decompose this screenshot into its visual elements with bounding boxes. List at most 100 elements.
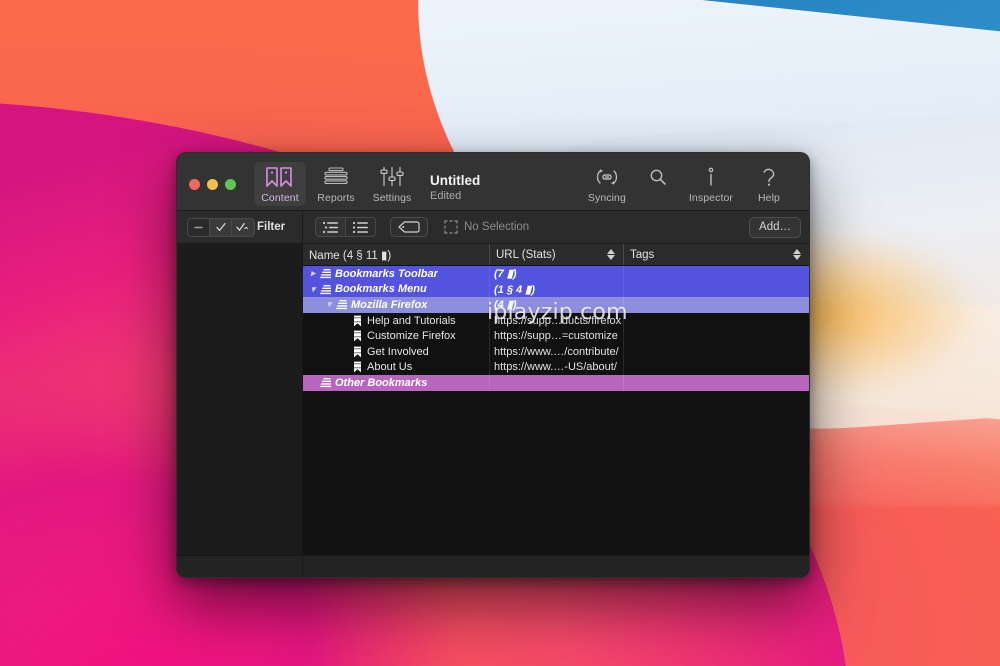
column-header-url-label: URL (Stats) [496,248,556,261]
table-row[interactable]: Get Involved https://www.…/contribute/ [303,343,809,360]
left-sidebar-footer [177,555,302,577]
flat-list-icon [352,221,368,233]
toolbar-item-reports-label: Reports [317,192,355,204]
row-name-cell[interactable]: ▸ Bookmarks Toolbar [303,266,489,282]
list-bars-icon [322,164,350,190]
row-url-cell[interactable]: https://supp…ducts/firefox [489,312,623,329]
row-tags-cell[interactable] [623,343,809,360]
row-url-label: https://www.…-US/about/ [494,361,617,374]
tag-button[interactable] [390,217,428,237]
row-url-cell[interactable]: (4 ▮) [489,297,623,313]
toolbar-item-syncing[interactable]: Syncing [581,162,633,206]
row-tags-cell[interactable] [623,297,809,313]
row-name-cell[interactable]: About Us [303,360,489,376]
table-row[interactable]: About Us https://www.…-US/about/ [303,359,809,376]
chevron-right-icon[interactable]: ▸ [307,268,319,279]
folder-stack-icon [319,377,332,388]
folder-stack-icon [335,299,348,310]
outline-view-button[interactable] [315,217,346,237]
toolbar-item-content[interactable]: Content [254,162,306,206]
filter-segmented-control[interactable] [187,217,255,237]
toolbar-item-search[interactable] [637,162,679,206]
table-row[interactable]: Customize Firefox https://supp…=customize [303,328,809,344]
row-url-cell[interactable] [489,375,623,391]
document-title: Untitled [430,173,481,189]
info-icon [703,164,719,190]
row-name-label: Get Involved [367,345,429,358]
table-row[interactable]: Help and Tutorials https://supp…ducts/fir… [303,312,809,329]
minimize-button[interactable] [207,179,218,190]
left-sidebar-content [177,244,302,555]
row-name-label: About Us [367,361,413,374]
bookmark-tree[interactable]: ▸ Bookmarks Toolbar (7 ▮) ▾ Bookmarks Menu… [303,266,809,555]
selection-status-block: No Selection [444,220,529,234]
row-tags-cell[interactable] [623,328,809,344]
question-mark-icon [759,164,779,190]
toolbar-item-content-label: Content [261,192,299,204]
row-url-cell[interactable]: https://supp…=customize [489,328,623,344]
chevron-down-icon[interactable]: ▾ [307,284,319,295]
row-name-cell[interactable]: ▾ Bookmarks Menu [303,281,489,298]
toolbar-item-inspector[interactable]: Inspector [683,162,739,206]
column-header-url[interactable]: URL (Stats) [489,244,623,265]
sliders-icon [378,164,406,190]
checkmark-wave-icon [236,222,248,231]
filter-segment-partial[interactable] [232,218,254,236]
add-button[interactable]: Add… [749,216,801,238]
row-url-cell[interactable]: (7 ▮) [489,266,623,282]
outline-list-icon [322,221,338,233]
zoom-button[interactable] [225,179,236,190]
row-tags-cell[interactable] [623,375,809,391]
bookmark-icon [351,361,364,373]
toolbar-item-help[interactable]: Help [743,162,795,206]
column-header-url-sort-icon[interactable] [607,249,617,260]
bookmark-icon [351,346,364,358]
row-name-cell[interactable]: Customize Firefox [303,328,489,344]
row-name-cell[interactable]: Help and Tutorials [303,313,489,329]
bookmark-icon [351,315,364,327]
filter-segment-checked[interactable] [210,218,232,236]
row-url-label: https://supp…ducts/firefox [494,314,622,327]
app-window: Content Reports Settings Untitled Edited… [176,152,810,578]
row-name-cell[interactable]: ▾ Mozilla Firefox [303,297,489,313]
table-row[interactable]: ▸ Bookmarks Toolbar (7 ▮) [303,266,809,282]
toolbar-item-settings[interactable]: Settings [366,162,418,206]
row-name-label: Help and Tutorials [367,314,456,327]
chevron-down-icon[interactable]: ▾ [323,299,335,310]
content-pane: Name (4 § 11 ▮) URL (Stats) Tags ▸ Bookm… [303,244,809,577]
table-row[interactable]: ▾ Bookmarks Menu (1 § 4 ▮) [303,281,809,298]
row-name-cell[interactable]: Get Involved [303,344,489,360]
window-toolbar: Content Reports Settings Untitled Edited… [177,153,809,211]
row-tags-cell[interactable] [623,359,809,376]
sub-toolbar: Filter No Selection Add… [177,211,809,244]
row-url-cell[interactable]: (1 § 4 ▮) [489,281,623,298]
row-tags-cell[interactable] [623,281,809,298]
column-header-tags-label: Tags [630,248,655,261]
column-header-tags[interactable]: Tags [623,244,809,265]
column-header-name-label: Name (4 § 11 ▮) [309,249,392,262]
close-button[interactable] [189,179,200,190]
filter-label: Filter [257,221,286,233]
search-icon [648,164,668,190]
table-row[interactable]: Other Bookmarks [303,375,809,391]
column-header-tags-sort-icon[interactable] [793,249,803,260]
toolbar-item-help-label: Help [758,192,780,204]
row-url-label: (1 § 4 ▮) [494,283,535,296]
toolbar-item-syncing-label: Syncing [587,192,626,204]
row-tags-cell[interactable] [623,312,809,329]
checkmark-icon [215,222,226,232]
row-name-label: Bookmarks Toolbar [335,267,438,280]
row-tags-cell[interactable] [623,266,809,282]
selection-status-label: No Selection [464,221,530,233]
row-url-cell[interactable]: https://www.…/contribute/ [489,343,623,360]
row-url-label: (4 ▮) [494,299,517,312]
flat-view-button[interactable] [346,217,376,237]
filter-segment-none[interactable] [188,218,210,236]
selection-marquee-icon [444,220,458,234]
toolbar-item-reports[interactable]: Reports [310,162,362,206]
row-url-cell[interactable]: https://www.…-US/about/ [489,359,623,376]
row-name-cell[interactable]: Other Bookmarks [303,375,489,391]
traffic-lights [189,179,236,190]
table-row[interactable]: ▾ Mozilla Firefox (4 ▮) [303,297,809,313]
column-header-name[interactable]: Name (4 § 11 ▮) [303,244,489,265]
